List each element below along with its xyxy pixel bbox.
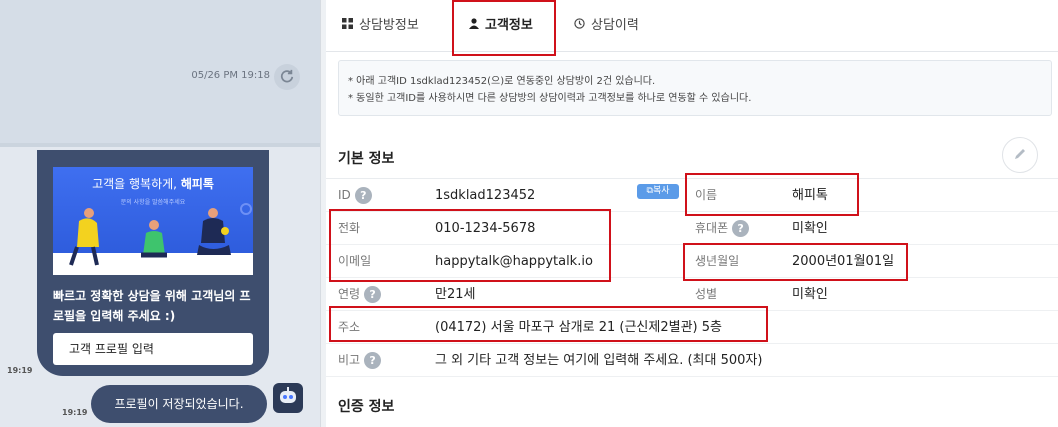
profile-banner-image: 고객을 행복하게, 해피톡 문의 사항을 말씀해주세요	[53, 167, 253, 275]
id-value: 1sdklad123452	[435, 188, 536, 203]
user-message-timestamp: 19:19	[62, 408, 88, 417]
edit-button[interactable]	[1002, 137, 1038, 173]
address-value: (04172) 서울 마포구 삼개로 21 (근신제2별관) 5층	[435, 320, 722, 335]
card-message: 빠르고 정확한 상담을 위해 고객님의 프로필을 입력해 주세요 :)	[53, 289, 251, 323]
age-value: 만21세	[435, 287, 476, 302]
chat-history-area	[0, 0, 320, 143]
people-illustration	[69, 203, 252, 266]
bot-profile-card: 고객을 행복하게, 해피톡 문의 사항을 말씀해주세요 빠르고 정확한 상담을 …	[37, 150, 269, 376]
info-row: 비고? 그 외 기타 고객 정보는 여기에 입력해 주세요. (최대 500자)	[326, 344, 1058, 377]
id-label: ID?	[338, 179, 372, 212]
user-message-bubble: 프로필이 저장되었습니다.	[91, 385, 267, 423]
notice-line-1: * 아래 고객ID 1sdklad123452(으)로 연동중인 상담방이 2건…	[348, 76, 656, 87]
name-label: 이름	[695, 188, 718, 202]
mobile-value: 미확인	[792, 221, 828, 236]
birth-label: 생년월일	[695, 254, 740, 268]
gender-label: 성별	[695, 287, 718, 301]
bot-avatar	[273, 383, 303, 413]
address-label: 주소	[338, 320, 361, 334]
mobile-label: 휴대폰?	[695, 212, 750, 245]
tab-consult-history[interactable]: 상담이력	[574, 0, 639, 52]
phone-label: 전화	[338, 221, 361, 235]
help-icon[interactable]: ?	[364, 286, 382, 303]
chat-pane: 05/26 PM 19:18 고객을 행복하게, 해피톡 문의 사항을 말씀해주…	[0, 0, 320, 427]
note-value[interactable]: 그 외 기타 고객 정보는 여기에 입력해 주세요. (최대 500자)	[435, 344, 762, 377]
message-timestamp: 05/26 PM 19:18	[191, 70, 270, 81]
card-timestamp: 19:19	[7, 366, 33, 375]
age-label: 연령?	[338, 278, 382, 311]
email-label: 이메일	[338, 254, 372, 268]
help-icon[interactable]: ?	[364, 352, 382, 369]
gender-value: 미확인	[792, 287, 828, 302]
person-icon	[469, 0, 479, 52]
tab-label: 고객정보	[485, 18, 533, 33]
note-label: 비고?	[338, 344, 382, 377]
pencil-icon	[1013, 146, 1027, 165]
copy-id-button[interactable]: ⧉복사	[637, 184, 679, 199]
section-title-auth-info: 인증 정보	[338, 399, 395, 415]
info-row: 연령? 만21세 성별 미확인	[326, 278, 1058, 311]
robot-icon	[278, 387, 298, 409]
grid-icon	[342, 0, 353, 52]
help-icon[interactable]: ?	[732, 220, 750, 237]
customer-profile-input-button[interactable]: 고객 프로필 입력	[53, 333, 253, 365]
tab-bar: 상담방정보 고객정보 상담이력	[326, 0, 1058, 52]
linked-chatroom-notice: * 아래 고객ID 1sdklad123452(으)로 연동중인 상담방이 2건…	[338, 60, 1052, 116]
section-title-basic-info: 기본 정보	[338, 151, 395, 167]
customer-info-panel: 상담방정보 고객정보 상담이력 * 아래 고객ID 1sdklad123452(…	[326, 0, 1058, 427]
help-icon[interactable]: ?	[354, 187, 372, 204]
tab-chatroom-info[interactable]: 상담방정보	[342, 0, 419, 52]
banner-title: 고객을 행복하게, 해피톡	[92, 177, 214, 191]
info-row: ID? 1sdklad123452 ⧉복사 이름 해피톡	[326, 179, 1058, 212]
refresh-button[interactable]	[274, 64, 300, 90]
notice-line-2: * 동일한 고객ID를 사용하시면 다른 상담방의 상담이력과 고객정보를 하나…	[348, 93, 752, 104]
birth-value: 2000년01월01일	[792, 254, 895, 269]
history-icon	[574, 0, 585, 52]
tab-customer-info[interactable]: 고객정보	[469, 0, 533, 52]
info-row: 이메일 happytalk@happytalk.io 생년월일 2000년01월…	[326, 245, 1058, 278]
phone-value: 010-1234-5678	[435, 221, 536, 236]
refresh-icon	[280, 68, 294, 87]
name-value: 해피톡	[792, 188, 828, 203]
info-row: 전화 010-1234-5678 휴대폰? 미확인	[326, 212, 1058, 245]
tab-label: 상담방정보	[359, 18, 419, 33]
tab-label: 상담이력	[591, 18, 639, 33]
info-row: 주소 (04172) 서울 마포구 삼개로 21 (근신제2별관) 5층	[326, 311, 1058, 344]
email-value: happytalk@happytalk.io	[435, 254, 593, 269]
